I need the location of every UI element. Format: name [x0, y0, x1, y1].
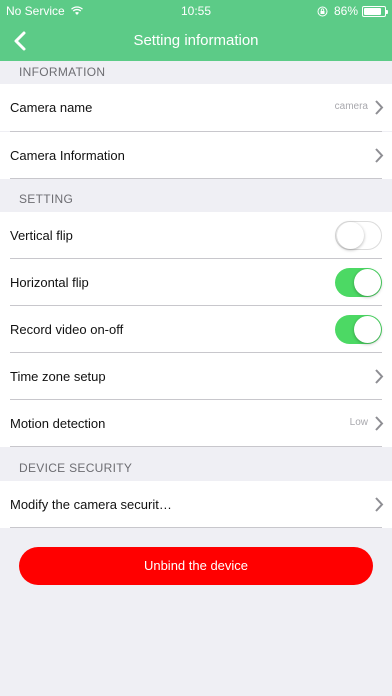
- record-video-toggle[interactable]: [335, 315, 382, 344]
- navbar: Setting information: [0, 22, 392, 61]
- row-label: Camera name: [10, 100, 93, 115]
- chevron-right-icon: [375, 497, 384, 512]
- row-label: Record video on-off: [10, 322, 124, 337]
- battery-fill: [364, 7, 381, 15]
- toggle-knob: [354, 269, 381, 296]
- status-right: 86%: [317, 4, 388, 18]
- rotation-lock-icon: [317, 6, 328, 16]
- row-horizontal-flip: Horizontal flip: [0, 259, 392, 306]
- chevron-right-icon: [375, 148, 384, 163]
- battery-percent: 86%: [333, 4, 358, 18]
- toggle-knob: [337, 222, 364, 249]
- row-camera-name[interactable]: Camera name camera: [0, 84, 392, 131]
- row-label: Modify the camera securit…: [10, 497, 172, 512]
- row-vertical-flip: Vertical flip: [0, 212, 392, 259]
- row-value: Low: [349, 417, 368, 428]
- row-label: Horizontal flip: [10, 275, 89, 290]
- chevron-right-icon: [375, 369, 384, 384]
- divider: [10, 446, 382, 447]
- divider: [10, 527, 382, 528]
- row-value: camera: [334, 101, 368, 112]
- toggle-knob: [354, 316, 381, 343]
- battery-icon: [362, 5, 388, 17]
- chevron-right-icon: [375, 100, 384, 115]
- divider: [10, 178, 382, 179]
- vertical-flip-toggle[interactable]: [335, 221, 382, 250]
- horizontal-flip-toggle[interactable]: [335, 268, 382, 297]
- row-motion-detection[interactable]: Motion detection Low: [0, 400, 392, 447]
- row-label: Time zone setup: [10, 369, 106, 384]
- row-label: Camera Information: [10, 148, 125, 163]
- unbind-device-button[interactable]: Unbind the device: [19, 547, 373, 585]
- section-header-device-security: DEVICE SECURITY: [19, 461, 133, 475]
- section-header-information: INFORMATION: [19, 65, 106, 79]
- row-modify-security[interactable]: Modify the camera securit…: [0, 481, 392, 528]
- row-time-zone[interactable]: Time zone setup: [0, 353, 392, 400]
- page-title: Setting information: [133, 32, 259, 49]
- chevron-right-icon: [375, 416, 384, 431]
- row-label: Vertical flip: [10, 228, 73, 243]
- section-header-setting: SETTING: [19, 192, 74, 206]
- row-camera-information[interactable]: Camera Information: [0, 132, 392, 179]
- row-record-video: Record video on-off: [0, 306, 392, 353]
- status-bar: No Service 10:55 86%: [0, 0, 392, 22]
- row-label: Motion detection: [10, 416, 106, 431]
